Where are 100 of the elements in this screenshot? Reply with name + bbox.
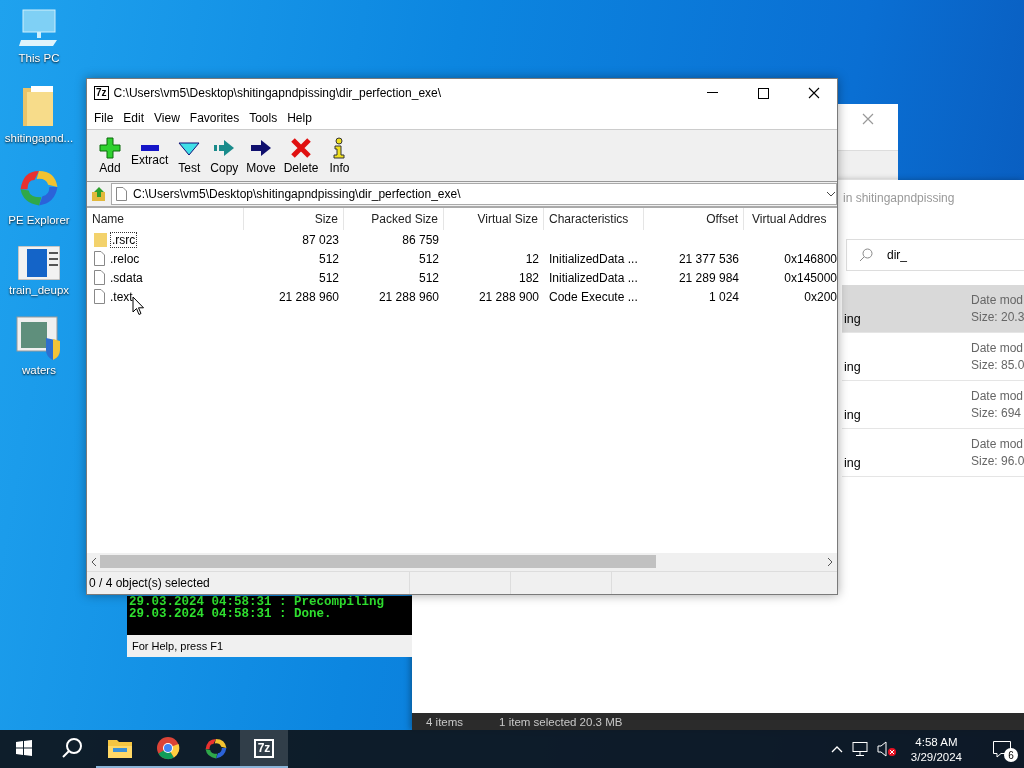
toolbar-button[interactable]: Delete: [279, 136, 323, 175]
search-result[interactable]: ing Date mod Size: 694: [842, 381, 1024, 429]
toolbar-button[interactable]: Copy: [206, 136, 243, 175]
installer-icon: [16, 316, 62, 360]
result-name: ing: [843, 312, 861, 328]
minus-icon: [140, 144, 159, 151]
menu-item[interactable]: Tools: [244, 111, 283, 125]
file-name[interactable]: .reloc: [108, 250, 142, 267]
result-name: ing: [843, 408, 861, 424]
column-header[interactable]: Virtual Addres: [744, 208, 837, 230]
table-cell: 87 023: [302, 232, 339, 247]
column-header[interactable]: Name: [87, 208, 244, 230]
scroll-left-icon: [90, 557, 97, 567]
notifications-button[interactable]: 6: [980, 730, 1024, 768]
console-line: 29.03.2024 04:58:31 : Done.: [129, 608, 332, 620]
info-icon: [332, 136, 347, 159]
table-cell: 512: [318, 251, 339, 266]
result-date: Date mod: [971, 437, 1024, 451]
plus-icon: [99, 136, 121, 159]
horizontal-scrollbar[interactable]: [87, 553, 837, 571]
table-cell: 21 288 900: [478, 289, 539, 304]
file-name[interactable]: .rsrc: [110, 231, 138, 248]
scroll-thumb[interactable]: [100, 555, 656, 568]
toolbar-button[interactable]: Info: [322, 136, 357, 175]
result-size: Size: 694: [971, 406, 1023, 420]
table-cell: 512: [418, 270, 439, 285]
result-name: ing: [843, 360, 861, 376]
cross-icon: [290, 136, 313, 159]
toolbar-button[interactable]: Test: [172, 136, 207, 175]
table-cell: InitializedData ...: [549, 251, 638, 266]
result-date: Date mod: [971, 341, 1024, 355]
table-cell: 86 759: [402, 232, 439, 247]
search-icon: [61, 737, 83, 759]
windows-logo-icon: [16, 740, 32, 756]
message-icon: [992, 740, 1012, 758]
close-icon: [808, 87, 820, 99]
mouse-cursor-icon: [132, 296, 145, 316]
column-header[interactable]: Offset: [644, 208, 744, 230]
network-icon[interactable]: [850, 741, 869, 757]
table-cell: 512: [418, 251, 439, 266]
folder-up-icon[interactable]: [91, 186, 107, 202]
toolbar-button[interactable]: Move: [242, 136, 280, 175]
menu-item[interactable]: Edit: [118, 111, 150, 125]
table-cell: 21 289 984: [678, 270, 739, 285]
taskbar-button[interactable]: 7z: [240, 730, 288, 768]
close-icon[interactable]: [862, 113, 874, 125]
result-size: Size: 96.0: [971, 454, 1024, 468]
status-text: For Help, press F1: [132, 640, 224, 652]
table-cell: 21 288 960: [278, 289, 339, 304]
menu-item[interactable]: File: [89, 111, 119, 125]
file-icon: [94, 289, 105, 304]
chrome-icon: [156, 736, 180, 760]
file-name[interactable]: .text: [108, 288, 135, 305]
address-field[interactable]: C:\Users\vm5\Desktop\shitingapndpissing\dir_perfection_exe\: [111, 183, 837, 205]
table-cell: InitializedData ...: [549, 270, 638, 285]
result-size: Size: 85.0: [971, 358, 1024, 372]
search-result[interactable]: ing Date mod Size: 20.3: [842, 285, 1024, 333]
file-icon: [94, 251, 105, 266]
folder-icon: [94, 231, 107, 248]
column-header[interactable]: Virtual Size: [444, 208, 544, 230]
console-line: 29.03.2024 04:58:31 : Precompiling: [129, 596, 386, 608]
toolbar-button[interactable]: Extract: [127, 144, 173, 167]
file-name[interactable]: .sdata: [108, 269, 145, 286]
search-field[interactable]: dir_: [846, 239, 1024, 271]
result-name: ing: [843, 456, 861, 472]
status-text: 1 item selected 20.3 MB: [499, 715, 623, 728]
table-cell: Code Execute ...: [549, 289, 638, 304]
file-icon: [94, 270, 105, 285]
table-cell: 0x146800: [784, 251, 837, 266]
app-logo: 7z: [253, 738, 275, 758]
window-title: C:\Users\vm5\Desktop\shitingapndpissing\dir_perfection_exe\: [113, 86, 443, 100]
table-cell: 0x200: [804, 289, 837, 304]
table-cell: 1 024: [708, 289, 739, 304]
clock[interactable]: 4:58 AM 3/29/2024: [904, 735, 972, 763]
scroll-right-icon: [827, 557, 834, 567]
location-text: in shitingapndpissing: [842, 190, 956, 207]
search-result[interactable]: ing Date mod Size: 96.0: [842, 429, 1024, 477]
result-size: Size: 20.3: [971, 310, 1024, 324]
toolbar-button[interactable]: Add: [93, 136, 127, 175]
dropdown-caret-icon[interactable]: [826, 191, 836, 197]
table-cell: 21 288 960: [378, 289, 439, 304]
column-header[interactable]: Packed Size: [344, 208, 444, 230]
search-result[interactable]: ing Date mod Size: 85.0: [842, 333, 1024, 381]
maximize-icon: [757, 87, 769, 99]
minimize-icon: [706, 92, 718, 94]
table-cell: 0x145000: [784, 270, 837, 285]
table-cell: 182: [518, 270, 539, 285]
column-header[interactable]: Size: [244, 208, 344, 230]
menu-item[interactable]: Help: [282, 111, 317, 125]
result-date: Date mod: [971, 293, 1024, 307]
table-cell: 12: [525, 251, 539, 266]
menu-item[interactable]: View: [149, 111, 185, 125]
app-logo: 7z: [94, 86, 109, 100]
search-icon: [859, 248, 873, 262]
column-header[interactable]: Characteristics: [544, 208, 644, 230]
menu-item[interactable]: Favorites: [184, 111, 245, 125]
volume-muted-icon[interactable]: [876, 741, 897, 757]
chevron-up-icon[interactable]: [830, 745, 843, 753]
status-text: 4 items: [426, 715, 464, 728]
file-icon: [116, 187, 127, 201]
